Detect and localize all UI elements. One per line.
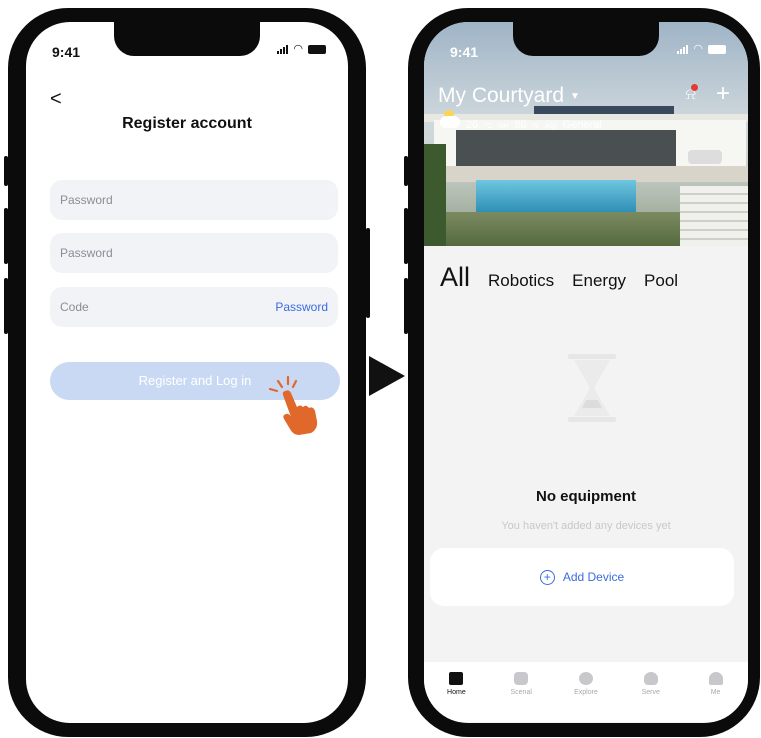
hero-trees (424, 144, 446, 246)
cloud-sun-icon (440, 110, 460, 128)
scene-icon (514, 672, 529, 685)
code-field[interactable]: Code Password (50, 287, 338, 327)
rh-unit: % (532, 123, 539, 130)
home-icon (449, 672, 464, 685)
battery-icon (308, 44, 326, 54)
temperature-value: 26 (466, 119, 479, 131)
tabbar-scene-label: Scenal (510, 689, 532, 696)
home-screen: 9:41 ◠ My Courtyard ▼ ⍾ + 26 °C RH 86% AQI G… (424, 22, 748, 723)
status-icons: ◠ (677, 43, 726, 55)
page-title: Register account (122, 115, 252, 132)
tab-pool[interactable]: Pool (644, 271, 678, 291)
tab-robotics[interactable]: Robotics (488, 271, 554, 291)
volume-down-button (4, 278, 8, 334)
tab-energy[interactable]: Energy (572, 271, 626, 291)
signal-icon (677, 44, 689, 54)
add-circle-icon: + (539, 569, 555, 585)
status-time: 9:41 (52, 44, 81, 60)
hero-stairs (680, 186, 748, 246)
tabbar-explore-label: Explore (574, 689, 598, 696)
code-placeholder: Code (60, 300, 89, 314)
back-button[interactable]: < (50, 88, 62, 111)
hero-grass (424, 212, 684, 246)
temperature-unit: °C (484, 123, 493, 130)
bottom-tab-bar: Home Scenal Explore Serve Me (424, 662, 748, 722)
heart-icon (643, 672, 658, 685)
chevron-down-icon: ▼ (570, 90, 580, 102)
confirm-password-placeholder: Password (60, 246, 113, 260)
aqi-label: AQI (544, 123, 557, 130)
rh-value: 86 (514, 119, 527, 131)
volume-down-button (404, 278, 408, 334)
tabbar-serve[interactable]: Serve (626, 672, 676, 722)
status-time: 9:41 (450, 44, 479, 60)
tabbar-home-label: Home (447, 689, 466, 696)
add-device-button[interactable]: + Add Device (430, 548, 734, 606)
add-icon[interactable]: + (716, 80, 730, 108)
password-placeholder: Password (60, 193, 113, 207)
volume-up-button (404, 208, 408, 264)
power-button (366, 228, 370, 318)
volume-up-button (4, 208, 8, 264)
tabbar-me-label: Me (710, 689, 721, 696)
aqi-value: General (562, 119, 602, 131)
tab-all[interactable]: All (440, 262, 470, 293)
tabbar-serve-label: Serve (641, 689, 660, 696)
phone-notch (114, 22, 260, 56)
empty-state-subtitle: You haven't added any devices yet (501, 520, 671, 532)
phone-notch (513, 22, 659, 56)
phone-home-screen: 9:41 ◠ My Courtyard ▼ ⍾ + 26 °C RH 86% AQI G… (404, 8, 760, 737)
silent-switch (404, 156, 408, 186)
notification-dot (691, 84, 698, 91)
add-device-label: Add Device (562, 570, 625, 584)
phone-register-screen: 9:41 ◠ < Register account Password Passw… (4, 8, 370, 737)
battery-icon (708, 44, 726, 54)
explore-icon (578, 672, 593, 685)
signal-icon (277, 44, 289, 54)
wifi-icon: ◠ (693, 43, 703, 55)
confirm-password-field[interactable]: Password (50, 233, 338, 273)
empty-state-title: No equipment (536, 488, 636, 505)
person-icon (708, 672, 723, 685)
tabbar-me[interactable]: Me (691, 672, 741, 722)
password-field[interactable]: Password (50, 180, 338, 220)
hourglass-icon (568, 354, 616, 422)
register-screen: 9:41 ◠ < Register account Password Passw… (26, 22, 348, 723)
weather-bar: 26 °C RH 86% AQI General (440, 110, 602, 131)
tabbar-explore[interactable]: Explore (561, 672, 611, 722)
rh-label: RH (498, 123, 509, 130)
tabbar-scene[interactable]: Scenal (496, 672, 546, 722)
tap-hand-icon (268, 375, 318, 435)
status-icons: ◠ (277, 43, 326, 55)
transition-arrow (369, 356, 405, 396)
silent-switch (4, 156, 8, 186)
wifi-icon: ◠ (293, 43, 303, 55)
hero-car (688, 150, 722, 164)
home-selector[interactable]: My Courtyard ▼ (438, 84, 580, 108)
hero-house-windows (456, 130, 676, 166)
category-tabs: All Robotics Energy Pool (440, 262, 678, 293)
hero-pool (476, 180, 636, 212)
home-name: My Courtyard (438, 84, 565, 107)
get-code-link[interactable]: Password (275, 300, 328, 314)
tabbar-home[interactable]: Home (431, 672, 481, 722)
